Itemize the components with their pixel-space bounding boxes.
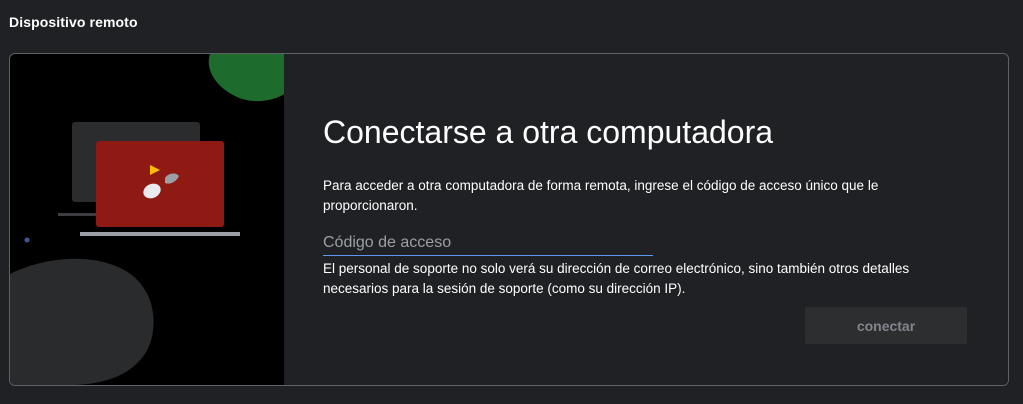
section-title: Dispositivo remoto bbox=[9, 14, 138, 30]
privacy-notice: El personal de soporte no solo verá su d… bbox=[323, 261, 910, 296]
card-description: Para acceder a otra computadora de forma… bbox=[323, 178, 879, 213]
connect-content: Conectarse a otra computadora Para acced… bbox=[284, 54, 1008, 385]
laptop-screen-shape bbox=[96, 141, 224, 227]
access-code-field bbox=[323, 231, 653, 256]
grey-blob-shape bbox=[10, 258, 154, 385]
laptop-illustration-icon bbox=[10, 54, 284, 385]
laptop-base-shape bbox=[80, 232, 240, 236]
connect-button[interactable]: conectar bbox=[805, 307, 967, 344]
blue-dot-shape bbox=[24, 237, 30, 243]
remote-desktop-illustration bbox=[10, 54, 284, 385]
access-code-input[interactable] bbox=[323, 231, 653, 255]
card-title: Conectarse a otra computadora bbox=[323, 114, 774, 150]
green-blob-shape bbox=[208, 54, 284, 102]
connect-card: Conectarse a otra computadora Para acced… bbox=[9, 53, 1009, 386]
